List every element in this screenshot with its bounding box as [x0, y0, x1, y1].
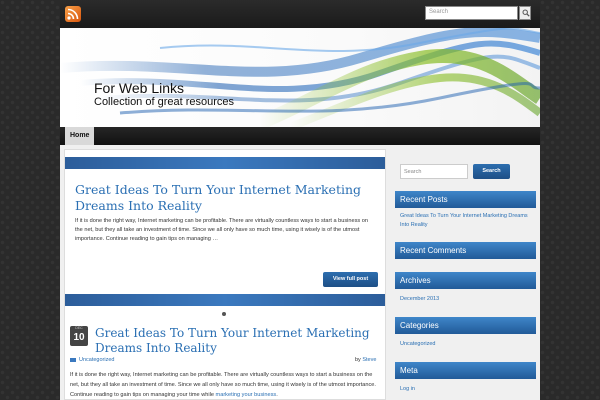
post-content-link[interactable]: marketing your business — [216, 392, 277, 398]
widget-recent-comments-title: Recent Comments — [395, 242, 536, 259]
search-icon[interactable] — [519, 6, 531, 20]
post-content-end: . — [276, 392, 278, 398]
slider-bottom-bar — [65, 294, 385, 306]
slider-pager-dot[interactable] — [222, 312, 226, 316]
main-column: Great Ideas To Turn Your Internet Market… — [64, 149, 386, 400]
post-author-link[interactable]: Steve — [362, 357, 376, 363]
folder-icon — [70, 357, 76, 362]
post-date-day: 10 — [73, 332, 85, 343]
post-date-badge: DEC 10 — [70, 326, 88, 346]
slider-top-bar — [65, 157, 385, 169]
view-full-post-button[interactable]: View full post — [323, 272, 378, 287]
header-banner-graphic — [60, 28, 540, 127]
sidebar-search-button[interactable]: Search — [473, 164, 510, 179]
main-nav: Home — [60, 127, 540, 145]
featured-slider: Great Ideas To Turn Your Internet Market… — [65, 157, 385, 316]
rss-icon[interactable] — [65, 6, 81, 22]
page-content: Great Ideas To Turn Your Internet Market… — [60, 145, 540, 400]
site-header: For Web Links Collection of great resour… — [60, 28, 540, 127]
post-author: by Steve — [355, 357, 376, 363]
post-content: If it is done the right way, Internet ma… — [70, 370, 380, 400]
nav-item-home[interactable]: Home — [65, 127, 95, 145]
sidebar-search-input[interactable]: Search — [400, 164, 468, 179]
category-link[interactable]: Uncategorized — [400, 340, 530, 349]
archive-link[interactable]: December 2013 — [400, 295, 530, 304]
site-description: Collection of great resources — [94, 96, 235, 108]
post-title[interactable]: Great Ideas To Turn Your Internet Market… — [95, 326, 380, 356]
widget-meta-title: Meta — [395, 362, 536, 379]
widget-categories-title: Categories — [395, 317, 536, 334]
widget-archives-title: Archives — [395, 272, 536, 289]
top-bar: Search — [60, 0, 540, 28]
featured-post-excerpt: If it is done the right way, Internet ma… — [75, 218, 368, 242]
widget-recent-posts-title: Recent Posts — [395, 191, 536, 208]
post-by-label: by — [355, 357, 361, 363]
post-category: Uncategorized — [70, 357, 114, 363]
featured-post-title[interactable]: Great Ideas To Turn Your Internet Market… — [75, 182, 375, 214]
site-title[interactable]: For Web Links — [94, 80, 184, 96]
meta-login-link[interactable]: Log in — [400, 385, 530, 394]
top-search-input[interactable]: Search — [425, 6, 518, 20]
recent-post-link[interactable]: Great Ideas To Turn Your Internet Market… — [400, 212, 530, 230]
post-category-link[interactable]: Uncategorized — [79, 357, 114, 363]
